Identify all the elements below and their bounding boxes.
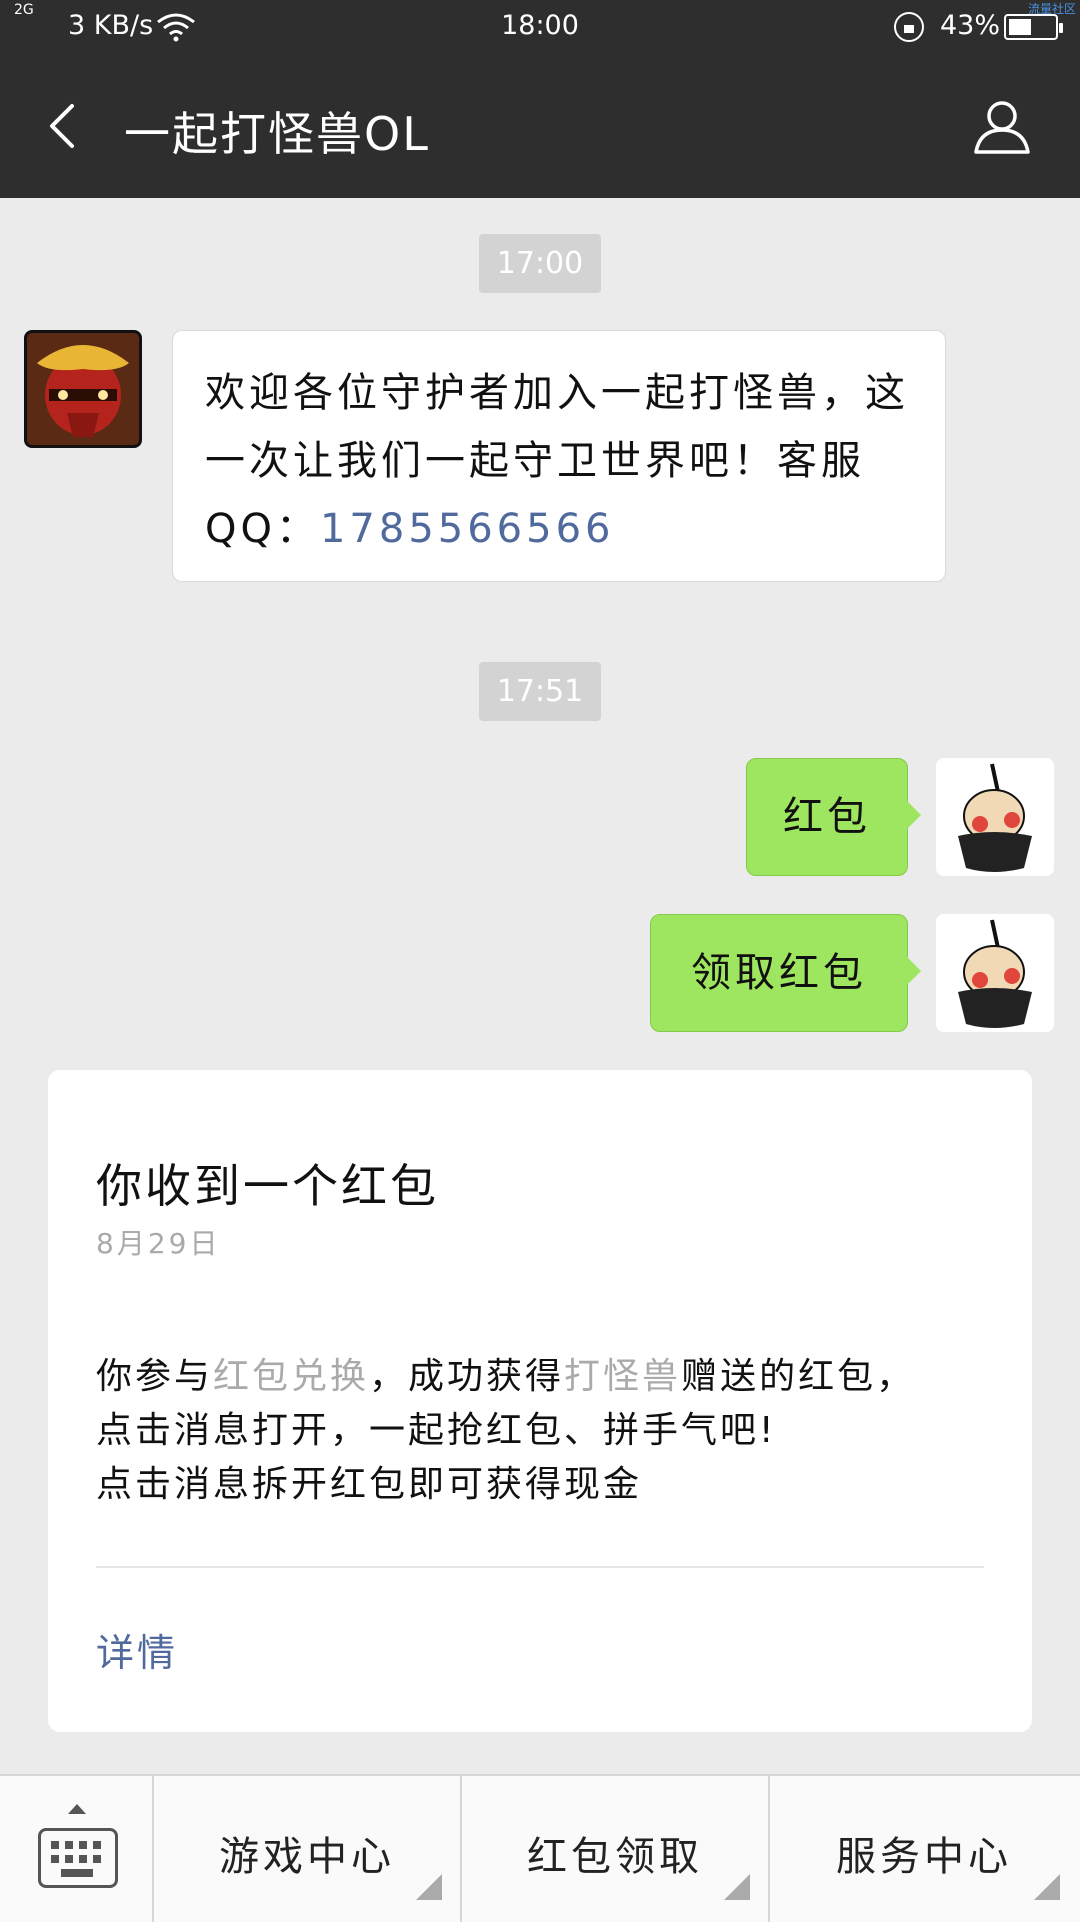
menu-item-label: 服务中心 xyxy=(836,1834,1012,1880)
card-body: 你参与红包兑换，成功获得打怪兽赠送的红包， 点击消息打开，一起抢红包、拼手气吧!… xyxy=(96,1350,996,1512)
user-avatar[interactable] xyxy=(936,758,1054,876)
card-body-line-3: 点击消息拆开红包即可获得现金 xyxy=(96,1464,643,1505)
submenu-indicator-icon xyxy=(416,1874,442,1900)
sent-message-text: 领取红包 xyxy=(691,950,867,996)
incoming-message-bubble[interactable]: 欢迎各位守护者加入一起打怪兽，这一次让我们一起守卫世界吧！客服QQ：178556… xyxy=(172,330,946,582)
official-account-avatar[interactable] xyxy=(24,330,142,448)
battery-icon xyxy=(1004,14,1063,40)
card-body-line-1: 你参与红包兑换，成功获得打怪兽赠送的红包， xyxy=(96,1350,996,1404)
battery-percent: 43% xyxy=(940,10,1001,41)
sent-message-text: 红包 xyxy=(783,794,871,840)
cartoon-character-icon xyxy=(936,914,1054,1032)
timestamp-label: 17:00 xyxy=(478,234,602,293)
bottom-menu-bar: 游戏中心 红包领取 服务中心 xyxy=(0,1774,1080,1922)
keyboard-icon xyxy=(38,1828,118,1888)
page-title: 一起打怪兽OL xyxy=(124,107,430,161)
submenu-indicator-icon xyxy=(724,1874,750,1900)
chat-timestamp: 17:51 xyxy=(0,662,1080,721)
chat-timestamp: 17:00 xyxy=(0,234,1080,293)
outgoing-message-bubble[interactable]: 红包 xyxy=(746,758,921,876)
outgoing-message-bubble[interactable]: 领取红包 xyxy=(650,914,921,1032)
chevron-up-icon xyxy=(68,1804,86,1814)
cartoon-character-icon xyxy=(936,758,1054,876)
corner-watermark: 流量社区 xyxy=(1027,2,1076,16)
details-link[interactable]: 详情 xyxy=(96,1622,178,1677)
body-highlight: 红包兑换 xyxy=(213,1356,370,1397)
body-text: 赠送的红包， xyxy=(681,1356,916,1397)
status-bar: 2G 3 KB/s 18:00 43% 流量社区 xyxy=(0,0,1080,54)
timestamp-label: 17:51 xyxy=(478,662,602,721)
red-packet-card[interactable]: 你收到一个红包 8月29日 你参与红包兑换，成功获得打怪兽赠送的红包， 点击消息… xyxy=(48,1070,1032,1732)
menu-item-label: 游戏中心 xyxy=(219,1834,395,1880)
rotation-lock-icon xyxy=(894,12,924,42)
body-text: ，成功获得 xyxy=(369,1356,565,1397)
menu-item-label: 红包领取 xyxy=(527,1834,703,1880)
profile-icon[interactable] xyxy=(972,96,1032,156)
body-text: 你参与 xyxy=(96,1356,214,1397)
card-divider xyxy=(96,1566,984,1568)
card-body-line-2: 点击消息打开，一起抢红包、拼手气吧! xyxy=(96,1410,777,1451)
card-title: 你收到一个红包 xyxy=(96,1159,439,1213)
title-bar: 一起打怪兽OL xyxy=(0,54,1080,198)
menu-item-red-packet[interactable]: 红包领取 xyxy=(462,1776,770,1922)
user-avatar[interactable] xyxy=(936,914,1054,1032)
submenu-indicator-icon xyxy=(1034,1874,1060,1900)
warrior-helmet-icon xyxy=(27,333,139,445)
menu-item-game-center[interactable]: 游戏中心 xyxy=(154,1776,462,1922)
card-date: 8月29日 xyxy=(96,1227,221,1260)
back-arrow-icon[interactable] xyxy=(44,102,80,150)
qq-number-link[interactable]: 1785566566 xyxy=(320,506,615,552)
menu-item-service-center[interactable]: 服务中心 xyxy=(770,1776,1078,1922)
body-highlight: 打怪兽 xyxy=(564,1356,682,1397)
keyboard-toggle-button[interactable] xyxy=(0,1776,154,1922)
